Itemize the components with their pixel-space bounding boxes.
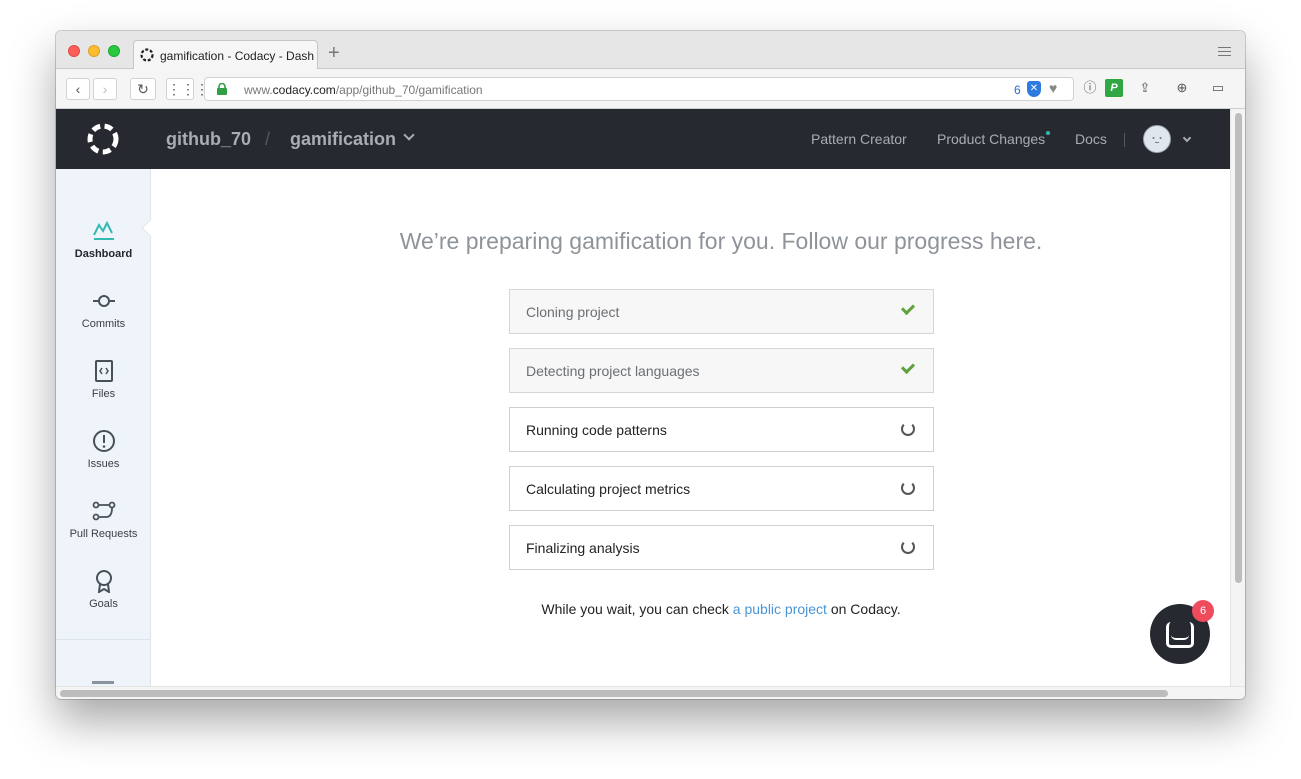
page-title: We’re preparing gamification for you. Fo… bbox=[399, 228, 1043, 254]
sidebar-item-label: Issues bbox=[87, 458, 120, 470]
chat-bubble-icon bbox=[1166, 622, 1194, 648]
horizontal-scroll-thumb[interactable] bbox=[60, 690, 1168, 697]
sidebar: Dashboard Commits Files Issues Pull Requ… bbox=[56, 169, 151, 686]
back-button[interactable]: ‹ bbox=[66, 78, 90, 100]
battery-icon[interactable]: ▭ bbox=[1209, 79, 1227, 97]
docs-link[interactable]: Docs bbox=[1075, 131, 1107, 147]
extension-shield-icon[interactable]: ✕ bbox=[1027, 81, 1041, 97]
avatar[interactable] bbox=[1143, 125, 1171, 153]
zoom-window-button[interactable] bbox=[108, 45, 120, 57]
codacy-logo-icon[interactable] bbox=[85, 121, 121, 157]
sidebar-item-files[interactable]: Files bbox=[56, 359, 151, 400]
checkmark-icon bbox=[900, 300, 916, 316]
breadcrumb-separator: / bbox=[265, 129, 271, 149]
chat-badge: 6 bbox=[1192, 600, 1214, 622]
info-icon[interactable]: ⓘ bbox=[1081, 79, 1099, 97]
step-label: Finalizing analysis bbox=[526, 540, 640, 556]
user-menu-chevron-icon[interactable] bbox=[1182, 133, 1192, 143]
sidebar-item-label: Files bbox=[91, 388, 116, 400]
forward-button[interactable]: › bbox=[93, 78, 117, 100]
sidebar-item-label: Pull Requests bbox=[69, 528, 138, 540]
sidebar-item-pull-requests[interactable]: Pull Requests bbox=[56, 499, 151, 540]
spinner-icon bbox=[901, 540, 915, 554]
browser-window: gamification - Codacy - Dashboard + ‹ › … bbox=[56, 31, 1245, 699]
browser-tab[interactable]: gamification - Codacy - Dashboard bbox=[133, 40, 318, 70]
pattern-creator-link[interactable]: Pattern Creator bbox=[811, 131, 907, 147]
sidebar-item-goals[interactable]: Goals bbox=[56, 569, 151, 610]
step-label: Running code patterns bbox=[526, 422, 667, 438]
extension-p-icon[interactable]: P bbox=[1105, 79, 1123, 97]
checkmark-icon bbox=[900, 359, 916, 375]
share-icon[interactable]: ⇪ bbox=[1136, 79, 1154, 97]
breadcrumb-project[interactable]: gamification bbox=[290, 129, 396, 150]
app-header: github_70 / gamification Pattern Creator… bbox=[56, 109, 1230, 169]
reload-button[interactable]: ↻ bbox=[130, 78, 156, 100]
progress-step-finalizing: Finalizing analysis bbox=[509, 525, 934, 570]
breadcrumb-organization[interactable]: github_70 bbox=[166, 129, 251, 150]
avatar-face-icon bbox=[1152, 137, 1162, 144]
url-text: www.codacy.com/app/github_70/gamificatio… bbox=[244, 83, 483, 97]
file-code-icon bbox=[94, 360, 113, 382]
tab-overview-icon[interactable] bbox=[1218, 47, 1231, 59]
product-changes-link[interactable]: Product Changes bbox=[937, 131, 1045, 147]
sidebar-divider bbox=[56, 639, 151, 640]
progress-step-metrics: Calculating project metrics bbox=[509, 466, 934, 511]
codacy-favicon-icon bbox=[140, 48, 154, 62]
tab-title: gamification - Codacy - Dashboard bbox=[160, 49, 314, 63]
alert-circle-icon bbox=[92, 430, 115, 452]
minimize-window-button[interactable] bbox=[88, 45, 100, 57]
dashboard-chart-icon bbox=[92, 220, 114, 240]
heart-icon[interactable]: ♥ bbox=[1049, 80, 1057, 96]
new-tab-button[interactable]: + bbox=[328, 43, 340, 63]
sidebar-item-dashboard[interactable]: Dashboard bbox=[56, 219, 151, 260]
codacy-app: github_70 / gamification Pattern Creator… bbox=[56, 109, 1230, 686]
lock-icon bbox=[217, 83, 227, 95]
award-icon bbox=[95, 570, 112, 593]
wait-message: While you wait, you can check a public p… bbox=[541, 601, 901, 617]
spinner-icon bbox=[901, 481, 915, 495]
sidebar-item-label: Goals bbox=[89, 598, 118, 610]
close-window-button[interactable] bbox=[68, 45, 80, 57]
progress-step-patterns: Running code patterns bbox=[509, 407, 934, 452]
spinner-icon bbox=[901, 422, 915, 436]
notification-dot bbox=[1046, 131, 1050, 135]
download-icon[interactable]: ⊕ bbox=[1173, 79, 1191, 97]
public-project-link[interactable]: a public project bbox=[733, 601, 827, 617]
step-label: Detecting project languages bbox=[526, 363, 700, 379]
vertical-scrollbar[interactable] bbox=[1230, 109, 1245, 686]
pull-request-icon bbox=[92, 501, 115, 521]
chevron-down-icon[interactable] bbox=[403, 129, 415, 141]
browser-toolbar: ‹ › ↻ ⋮⋮⋮ www.codacy.com/app/github_70/g… bbox=[56, 69, 1245, 109]
step-label: Calculating project metrics bbox=[526, 481, 691, 497]
vertical-scroll-thumb[interactable] bbox=[1235, 113, 1242, 583]
extension-count: 6 bbox=[1014, 83, 1021, 97]
header-divider bbox=[1124, 133, 1125, 147]
sidebar-item-commits[interactable]: Commits bbox=[56, 289, 151, 330]
apps-grid-icon[interactable]: ⋮⋮⋮ bbox=[166, 78, 209, 100]
sidebar-item-label: Commits bbox=[81, 318, 126, 330]
main-content: We’re preparing gamification for you. Fo… bbox=[151, 169, 1230, 686]
tab-bar: gamification - Codacy - Dashboard + bbox=[56, 31, 1245, 70]
commit-icon bbox=[92, 295, 115, 307]
step-label: Cloning project bbox=[526, 304, 620, 320]
progress-step-languages: Detecting project languages bbox=[509, 348, 934, 393]
progress-step-cloning: Cloning project bbox=[509, 289, 934, 334]
horizontal-scrollbar[interactable] bbox=[56, 686, 1245, 699]
sidebar-item-issues[interactable]: Issues bbox=[56, 429, 151, 470]
address-bar[interactable]: www.codacy.com/app/github_70/gamificatio… bbox=[204, 77, 1074, 101]
sidebar-item-label: Dashboard bbox=[74, 248, 133, 260]
